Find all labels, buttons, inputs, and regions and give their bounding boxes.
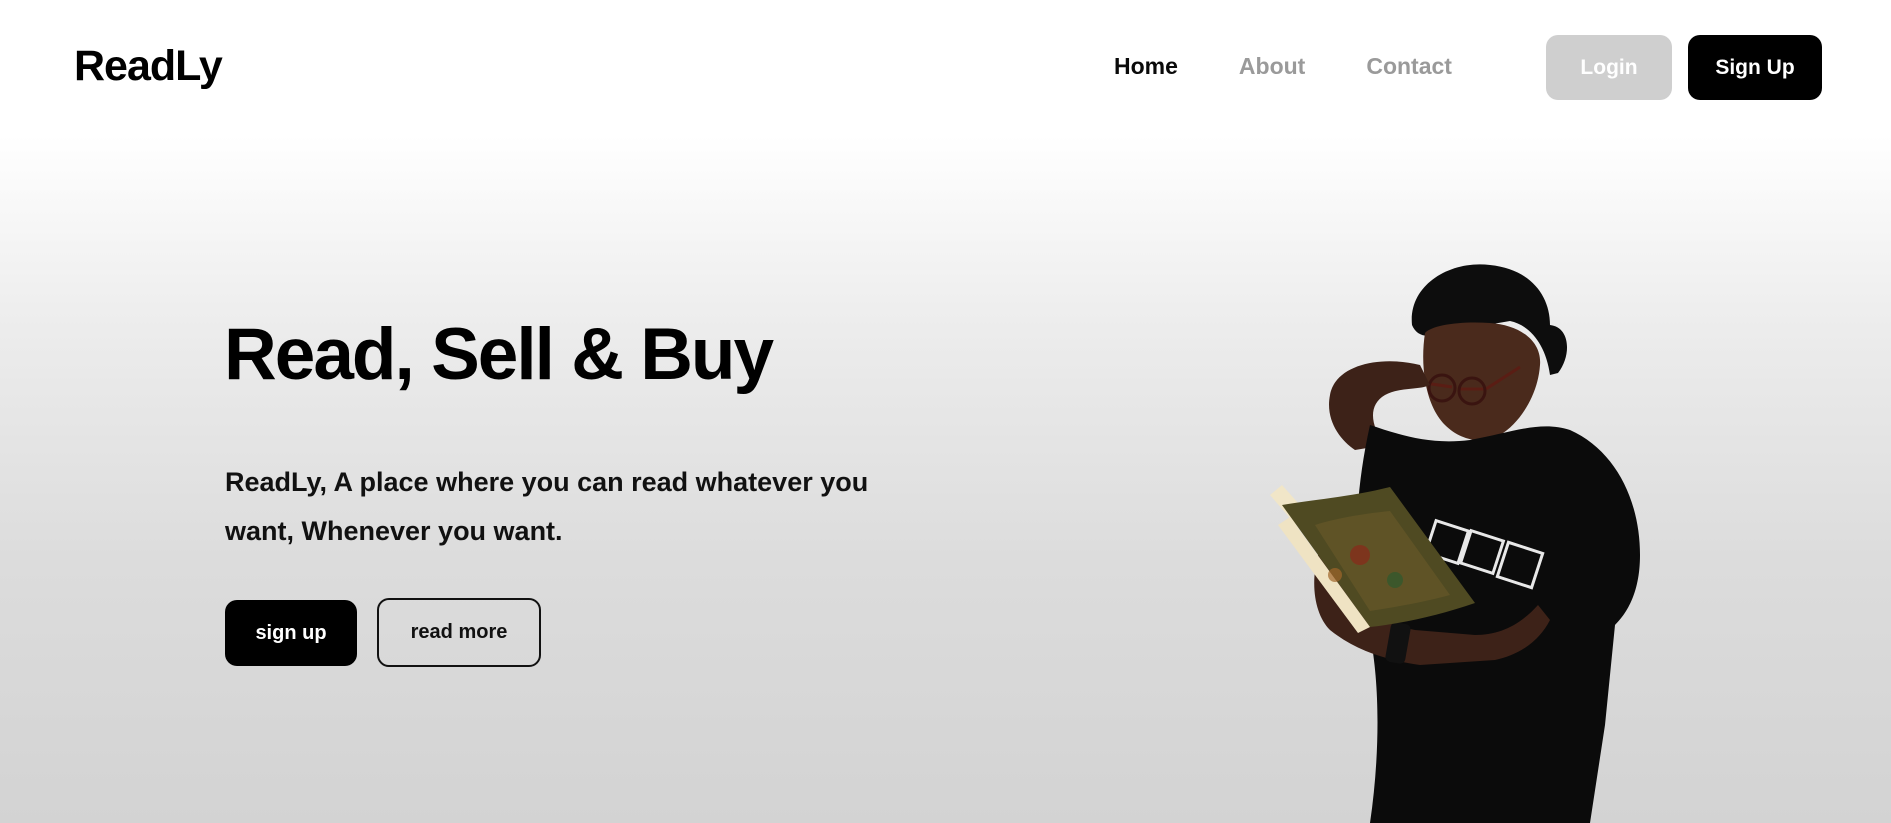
nav-home[interactable]: Home [1114,53,1178,80]
hero-description: ReadLy, A place where you can read whate… [225,467,869,546]
read-more-button[interactable]: read more [377,598,541,667]
person-head [1411,264,1568,441]
nav-contact[interactable]: Contact [1366,53,1452,80]
main-nav: Home About Contact [1114,53,1452,80]
hero-title: Read, Sell & Buy [224,314,774,395]
logo[interactable]: ReadLy [74,42,223,91]
person-reading-image [1270,264,1640,823]
login-button[interactable]: Login [1546,35,1672,100]
landing-page: ReadLy Home About Contact Login Sign Up … [0,0,1891,823]
hero-signup-button[interactable]: sign up [225,600,357,666]
nav-about[interactable]: About [1239,53,1305,80]
signup-nav-button[interactable]: Sign Up [1688,35,1822,100]
